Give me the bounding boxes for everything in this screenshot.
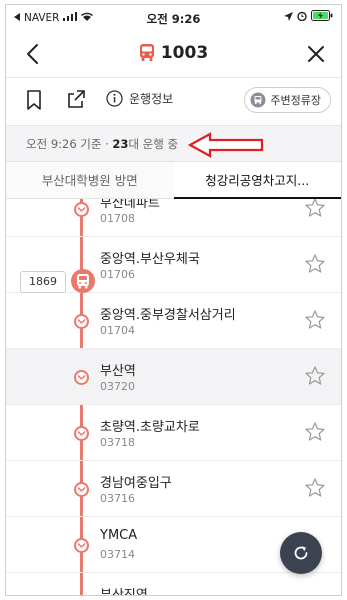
status-right [284, 10, 333, 24]
route-number: 1003 [160, 43, 209, 63]
favorite-star-icon[interactable] [305, 422, 325, 445]
list-item[interactable]: 부산역 03720 [6, 349, 341, 405]
stop-name: 부산역 [100, 364, 136, 379]
bookmark-icon [27, 90, 41, 110]
bus-stop-icon [250, 92, 266, 108]
stop-name: YMCA [100, 528, 138, 543]
status-prefix: 오전 9:26 기준 · [26, 137, 113, 151]
chevron-down-icon [74, 314, 89, 329]
list-item[interactable]: 부산진역 [6, 573, 341, 596]
refresh-icon [294, 546, 308, 560]
favorite-star-icon[interactable] [305, 199, 325, 221]
favorite-star-icon[interactable] [305, 366, 325, 389]
stop-code: 01706 [100, 268, 135, 281]
stop-code: 03714 [100, 548, 135, 561]
status-bar: NAVER 오전 9:26 [6, 5, 341, 31]
close-button[interactable] [303, 41, 329, 67]
stop-name: 부산진역 [100, 588, 148, 596]
stop-code: 03718 [100, 436, 135, 449]
chevron-down-icon [74, 202, 89, 217]
chevron-down-icon [74, 370, 89, 385]
bus-vehicle-number-badge: 1869 [20, 271, 66, 293]
operating-status-text: 오전 9:26 기준 · 23대 운행 중 [26, 136, 178, 152]
info-icon [106, 90, 123, 107]
stop-code: 01704 [100, 324, 135, 337]
list-item[interactable]: 경남여중입구 03716 [6, 461, 341, 517]
favorite-star-icon[interactable] [305, 478, 325, 501]
favorite-star-icon[interactable] [305, 310, 325, 333]
alarm-icon [297, 11, 307, 24]
route-info-button[interactable]: 운행정보 [106, 90, 173, 107]
list-item[interactable]: 부산데파트 01708 [6, 199, 341, 237]
nearby-stops-label: 주변정류장 [270, 94, 321, 107]
favorite-star-icon[interactable] [305, 254, 325, 277]
operating-status-bar: 오전 9:26 기준 · 23대 운행 중 [6, 125, 341, 161]
chevron-down-icon [74, 426, 89, 441]
stop-code: 03716 [100, 492, 135, 505]
list-item[interactable]: 중앙역.중부경찰서삼거리 01704 [6, 293, 341, 349]
action-toolbar: 운행정보 주변정류장 [6, 78, 341, 124]
bookmark-button[interactable] [26, 90, 42, 114]
stop-code: 01708 [100, 212, 135, 225]
bus-position-icon[interactable] [71, 269, 95, 293]
bus-count: 23 [112, 137, 129, 151]
stop-name: 경남여중입구 [100, 476, 172, 491]
tab-direction-0[interactable]: 부산대학병원 방면 [6, 162, 174, 199]
stop-name: 중앙역.중부경찰서삼거리 [100, 308, 236, 323]
battery-icon [311, 10, 333, 24]
nearby-stops-button[interactable]: 주변정류장 [244, 87, 331, 113]
bus-icon [139, 44, 155, 66]
app-frame: NAVER 오전 9:26 1003 운행정보 주변정류장 오전 9:26 기준… [5, 4, 342, 596]
share-icon [68, 90, 85, 108]
stop-name: 초량역.초량교차로 [100, 420, 200, 435]
share-button[interactable] [66, 89, 86, 113]
route-info-label: 운행정보 [129, 92, 174, 106]
list-item[interactable]: 초량역.초량교차로 03718 [6, 405, 341, 461]
page-title: 1003 [6, 43, 341, 66]
status-suffix: 대 운행 중 [128, 137, 179, 151]
annotation-arrow-icon [188, 132, 264, 158]
chevron-down-icon [74, 538, 89, 553]
stop-name: 부산데파트 [100, 199, 160, 211]
stop-code: 03720 [100, 380, 135, 393]
refresh-button[interactable] [280, 532, 322, 574]
location-icon [284, 11, 293, 24]
tab-direction-1[interactable]: 청강리공영차고지... [173, 162, 341, 199]
chevron-down-icon [74, 482, 89, 497]
direction-tabs: 부산대학병원 방면 청강리공영차고지... [6, 161, 341, 199]
navigation-bar: 1003 [6, 31, 341, 77]
stop-name: 중앙역.부산우체국 [100, 252, 200, 267]
